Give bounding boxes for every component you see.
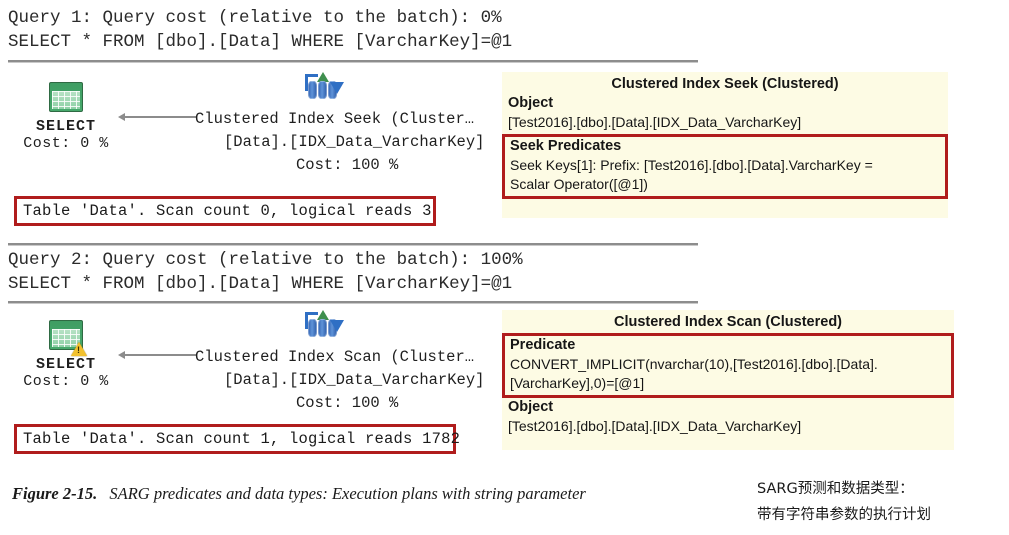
query2-tooltip-predicate-box: Predicate CONVERT_IMPLICIT(nvarchar(10),… — [502, 333, 954, 398]
chinese-annotation: SARG预测和数据类型： 带有字符串参数的执行计划 — [757, 476, 931, 528]
figure-caption: Figure 2-15. SARG predicates and data ty… — [12, 484, 586, 504]
query1-select-label: SELECT — [35, 118, 96, 135]
chinese-annotation-line2: 带有字符串参数的执行计划 — [757, 507, 931, 523]
query1-tooltip-object-head: Object — [508, 95, 554, 111]
query1-operator-node[interactable]: Clustered Index Seek (Cluster… [Data].[I… — [195, 72, 490, 174]
query2-tooltip-predicate-line2: [VarcharKey],0)=[@1] — [510, 375, 645, 391]
query2-header-line2: SELECT * FROM [dbo].[Data] WHERE [Varcha… — [8, 274, 513, 294]
select-result-grid-icon — [46, 82, 86, 116]
query1-select-cost: Cost: 0 % — [23, 135, 109, 152]
query2-operator-line2: [Data].[IDX_Data_VarcharKey] — [224, 371, 485, 389]
query2-tooltip-panel: Clustered Index Scan (Clustered) Predica… — [502, 310, 954, 450]
query1-stats-box: Table 'Data'. Scan count 0, logical read… — [14, 196, 436, 226]
query2-tooltip-predicate-head: Predicate — [510, 337, 576, 353]
figure-caption-text: SARG predicates and data types: Executio… — [109, 484, 586, 503]
query1-header-line2: SELECT * FROM [dbo].[Data] WHERE [Varcha… — [8, 32, 513, 52]
chinese-annotation-line1: SARG预测和数据类型： — [757, 481, 914, 497]
query2-stats-text: Table 'Data'. Scan count 1, logical read… — [23, 430, 461, 448]
query1-tooltip-panel: Clustered Index Seek (Clustered) Object … — [502, 72, 948, 218]
query2-select-cost: Cost: 0 % — [23, 373, 109, 390]
query1-tooltip-title: Clustered Index Seek (Clustered) — [611, 76, 839, 92]
query2-separator-rule — [8, 301, 698, 304]
clustered-index-scan-icon — [305, 310, 345, 344]
query1-operator-line3: Cost: 100 % — [296, 156, 399, 174]
query2-tooltip-predicate-line1: CONVERT_IMPLICIT(nvarchar(10),[Test2016]… — [510, 356, 878, 372]
query2-select-node[interactable]: SELECT Cost: 0 % — [16, 320, 116, 390]
query1-tooltip-predicate-line1: Seek Keys[1]: Prefix: [Test2016].[dbo].[… — [510, 157, 873, 173]
query1-select-node[interactable]: SELECT Cost: 0 % — [16, 82, 116, 152]
query1-tooltip-predicate-head: Seek Predicates — [510, 138, 622, 154]
warning-triangle-icon — [71, 342, 87, 356]
query1-tooltip-predicate-line2: Scalar Operator([@1]) — [510, 176, 648, 192]
query2-tooltip-object-head: Object — [508, 399, 554, 415]
figure-number: Figure 2-15. — [12, 484, 98, 503]
query2-operator-node[interactable]: Clustered Index Scan (Cluster… [Data].[I… — [195, 310, 490, 412]
query2-tooltip-title: Clustered Index Scan (Clustered) — [613, 314, 843, 330]
query1-separator-rule — [8, 60, 698, 63]
query1-tooltip-seek-predicates-box: Seek Predicates Seek Keys[1]: Prefix: [T… — [502, 134, 948, 199]
query2-connector-arrow — [118, 350, 198, 360]
select-result-grid-warning-icon — [46, 320, 87, 356]
clustered-index-seek-icon — [305, 72, 345, 106]
query1-operator-line1: Clustered Index Seek (Cluster… — [195, 110, 475, 128]
query2-operator-line3: Cost: 100 % — [296, 394, 399, 412]
query1-connector-arrow — [118, 112, 198, 122]
query2-header-line1: Query 2: Query cost (relative to the bat… — [8, 250, 523, 270]
query2-select-label: SELECT — [35, 356, 96, 373]
query1-operator-line2: [Data].[IDX_Data_VarcharKey] — [224, 133, 485, 151]
query2-operator-line1: Clustered Index Scan (Cluster… — [195, 348, 475, 366]
query1-header-line1: Query 1: Query cost (relative to the bat… — [8, 8, 502, 28]
query1-stats-text: Table 'Data'. Scan count 0, logical read… — [23, 202, 432, 220]
query2-stats-box: Table 'Data'. Scan count 1, logical read… — [14, 424, 460, 454]
query2-tooltip-object-body: [Test2016].[dbo].[Data].[IDX_Data_Varcha… — [508, 418, 802, 434]
query1-tooltip-object-body: [Test2016].[dbo].[Data].[IDX_Data_Varcha… — [508, 114, 802, 130]
query2-top-rule — [8, 243, 698, 246]
